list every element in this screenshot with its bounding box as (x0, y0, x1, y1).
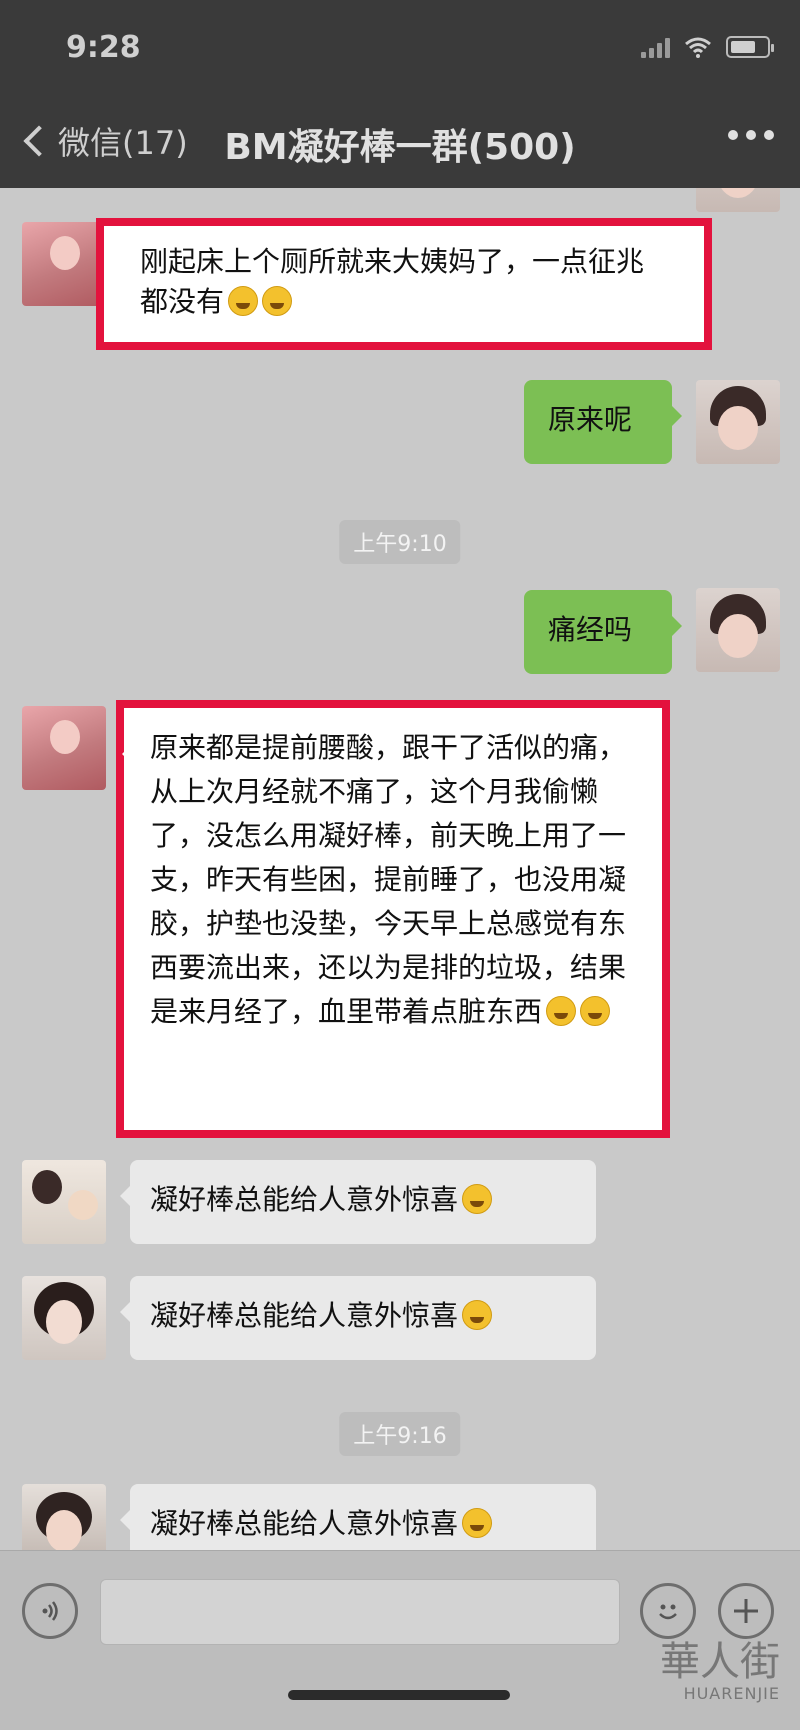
avatar[interactable] (22, 1276, 106, 1360)
avatar[interactable] (22, 222, 106, 306)
watermark: 華人街 HUARENJIE (660, 1640, 780, 1703)
wifi-icon (685, 37, 711, 58)
avatar[interactable] (696, 380, 780, 464)
avatar[interactable] (22, 706, 106, 790)
nav-bar: 微信(17) BM凝好棒一群(500) (0, 100, 800, 188)
status-bar: 9:28 (0, 0, 800, 100)
voice-icon[interactable] (22, 1583, 78, 1639)
message-text: 痛经吗 (548, 613, 633, 646)
watermark-text: HUARENJIE (683, 1684, 780, 1703)
chat-title: BM凝好棒一群(500) (224, 127, 576, 168)
message-text: 原来呢 (548, 403, 633, 436)
status-icons (641, 36, 774, 58)
highlight-box: 原来都是提前腰酸，跟干了活似的痛，从上次月经就不痛了，这个月我偷懒了，没怎么用凝… (116, 700, 670, 1138)
battery-icon (726, 36, 774, 58)
avatar[interactable] (22, 1484, 106, 1550)
avatar[interactable] (696, 188, 780, 212)
message-bubble[interactable]: 凝好棒总能给人意外惊喜 (120, 1276, 596, 1360)
grimace-emoji-icon (462, 1508, 493, 1538)
thinking-emoji-icon (580, 996, 611, 1026)
message-bubble[interactable]: 原来都是提前腰酸，跟干了活似的痛，从上次月经就不痛了，这个月我偷懒了，没怎么用凝… (122, 718, 656, 1042)
message-text: 凝好棒总能给人意外惊喜 (150, 1299, 459, 1332)
timestamp: 上午9:16 (339, 1412, 461, 1456)
chat-area[interactable]: 刚起床上个厕所就来大姨妈了，一点征兆都没有 原来呢 上午9:10 痛经吗 原来都… (0, 188, 800, 1550)
timestamp: 上午9:10 (339, 520, 461, 564)
signal-icon (641, 36, 670, 58)
avatar[interactable] (696, 588, 780, 672)
emoji-icon[interactable] (640, 1583, 696, 1639)
message-text: 刚起床上个厕所就来大姨妈了，一点征兆都没有 (140, 245, 645, 318)
home-indicator[interactable] (288, 1690, 510, 1700)
message-text: 凝好棒总能给人意外惊喜 (150, 1507, 459, 1540)
status-time: 9:28 (66, 30, 141, 65)
avatar[interactable] (22, 1160, 106, 1244)
message-bubble[interactable]: 刚起床上个厕所就来大姨妈了，一点征兆都没有 (114, 232, 684, 332)
message-text: 原来都是提前腰酸，跟干了活似的痛，从上次月经就不痛了，这个月我偷懒了，没怎么用凝… (150, 731, 627, 1028)
watermark-logo: 華人街 (660, 1639, 780, 1685)
grin-emoji-icon (262, 286, 293, 316)
grin-emoji-icon (228, 286, 259, 316)
grimace-emoji-icon (462, 1300, 493, 1330)
message-bubble[interactable]: 痛经吗 (524, 590, 682, 674)
message-bubble[interactable]: 凝好棒总能给人意外惊喜 (120, 1160, 596, 1244)
message-text: 凝好棒总能给人意外惊喜 (150, 1183, 459, 1216)
plus-icon[interactable] (718, 1583, 774, 1639)
message-input[interactable] (100, 1579, 620, 1645)
more-icon[interactable] (728, 130, 774, 140)
message-bubble[interactable]: 凝好棒总能给人意外惊喜 (120, 1484, 596, 1550)
grimace-emoji-icon (462, 1184, 493, 1214)
thinking-emoji-icon (546, 996, 577, 1026)
message-bubble[interactable]: 原来呢 (524, 380, 682, 464)
highlight-box: 刚起床上个厕所就来大姨妈了，一点征兆都没有 (96, 218, 712, 350)
